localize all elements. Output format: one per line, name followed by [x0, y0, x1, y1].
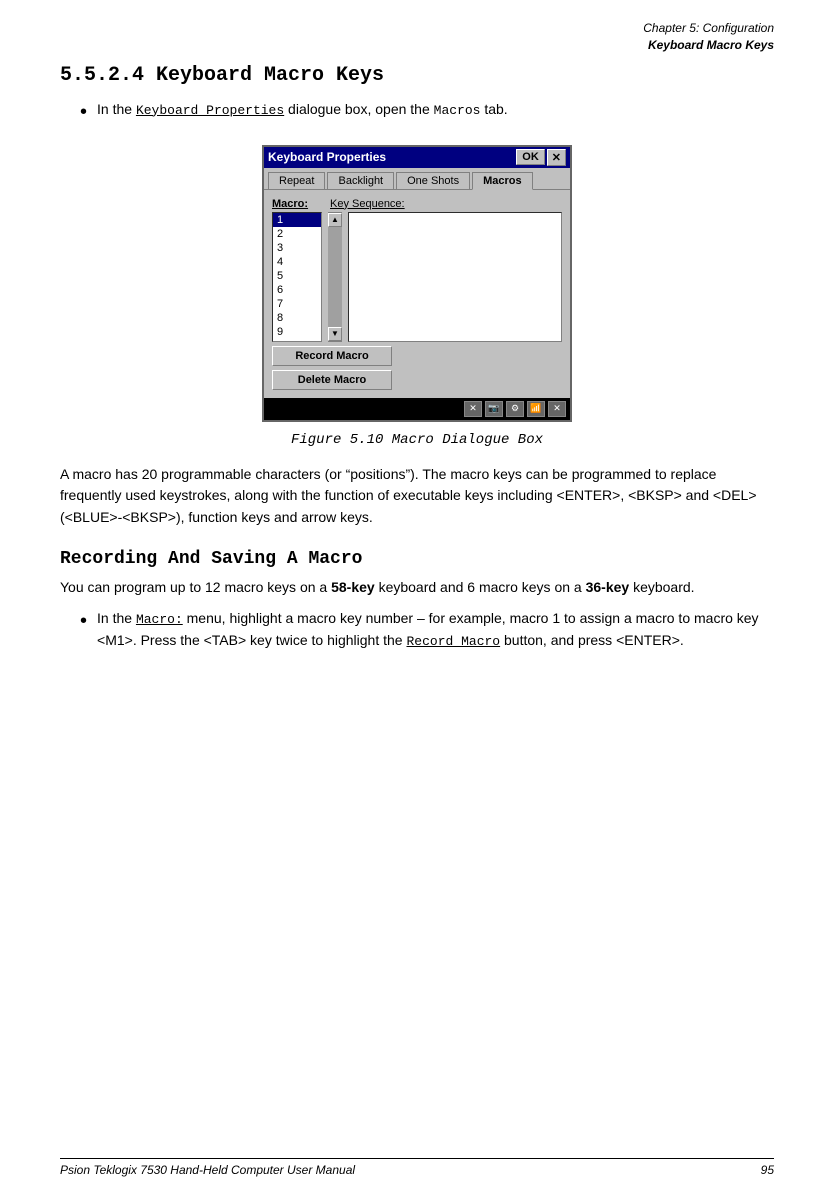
scroll-down-arrow[interactable]: ▼ [328, 327, 342, 341]
bullet-dot: • [80, 99, 87, 125]
body-paragraph: A macro has 20 programmable characters (… [60, 464, 774, 529]
intro-middle: dialogue box, open the [284, 101, 433, 117]
sub-bullet-end: button, and press <ENTER>. [500, 632, 684, 648]
taskbar-icon-4: 📶 [527, 401, 545, 417]
macro-label: Macro: [272, 198, 330, 210]
scroll-up-arrow[interactable]: ▲ [328, 213, 342, 227]
sub-section-heading: Recording And Saving A Macro [60, 549, 774, 569]
figure-caption: Figure 5.10 Macro Dialogue Box [60, 432, 774, 448]
sub-36key: 36-key [586, 579, 630, 595]
taskbar-icon-5: ✕ [548, 401, 566, 417]
labels-row: Macro: Key Sequence: [272, 198, 562, 210]
footer-right: 95 [761, 1163, 774, 1177]
dialog-screenshot-container: Keyboard Properties OK ✕ Repeat Backligh… [60, 145, 774, 422]
dialog-content: Macro: Key Sequence: 1 2 3 4 5 6 7 8 [264, 190, 570, 398]
section-heading: 5.5.2.4 Keyboard Macro Keys [60, 64, 774, 87]
footer-left: Psion Teklogix 7530 Hand-Held Computer U… [60, 1163, 355, 1177]
macro-item-7[interactable]: 7 [273, 297, 321, 311]
macro-list[interactable]: 1 2 3 4 5 6 7 8 9 [272, 212, 322, 342]
tab-repeat[interactable]: Repeat [268, 172, 325, 189]
taskbar-icon-2: 📷 [485, 401, 503, 417]
titlebar-buttons: OK ✕ [516, 149, 566, 166]
sub-bullet-start: In the [97, 610, 136, 626]
key-seq-label: Key Sequence: [330, 198, 405, 210]
sub-58key: 58-key [331, 579, 375, 595]
dialog-tabs: Repeat Backlight One Shots Macros [264, 168, 570, 190]
sub-bullet-text: In the Macro: menu, highlight a macro ke… [97, 608, 774, 652]
macro-item-5[interactable]: 5 [273, 269, 321, 283]
macro-item-4[interactable]: 4 [273, 255, 321, 269]
tab-macros[interactable]: Macros [472, 172, 533, 190]
page-header: Chapter 5: Configuration Keyboard Macro … [60, 20, 774, 54]
page-container: Chapter 5: Configuration Keyboard Macro … [0, 0, 834, 1197]
macro-item-6[interactable]: 6 [273, 283, 321, 297]
macro-item-8[interactable]: 8 [273, 311, 321, 325]
sub-para-mid: keyboard and 6 macro keys on a [375, 579, 586, 595]
section-title: Keyboard Macro Keys [60, 37, 774, 54]
scroll-track [328, 227, 342, 327]
sub-bullet-dot: • [80, 608, 87, 634]
dialog-titlebar: Keyboard Properties OK ✕ [264, 147, 570, 168]
dialog-buttons-area: Record Macro Delete Macro [272, 346, 562, 390]
dialog-taskbar: ✕ 📷 ⚙ 📶 ✕ [264, 398, 570, 420]
sub-paragraph: You can program up to 12 macro keys on a… [60, 577, 774, 599]
tab-one-shots[interactable]: One Shots [396, 172, 470, 189]
dialog-box: Keyboard Properties OK ✕ Repeat Backligh… [262, 145, 572, 422]
intro-bullet: • In the Keyboard Properties dialogue bo… [80, 99, 774, 125]
macro-item-2[interactable]: 2 [273, 227, 321, 241]
delete-macro-button[interactable]: Delete Macro [272, 370, 392, 390]
taskbar-icon-1: ✕ [464, 401, 482, 417]
intro-end: tab. [480, 101, 507, 117]
taskbar-icon-3: ⚙ [506, 401, 524, 417]
page-footer: Psion Teklogix 7530 Hand-Held Computer U… [60, 1158, 774, 1177]
macro-item-9[interactable]: 9 [273, 325, 321, 339]
macro-item-3[interactable]: 3 [273, 241, 321, 255]
sub-para-end: keyboard. [629, 579, 694, 595]
macros-ref: Macros [434, 103, 481, 118]
sub-bullet: • In the Macro: menu, highlight a macro … [80, 608, 774, 652]
macro-scrollbar[interactable]: ▲ ▼ [328, 212, 342, 342]
close-button[interactable]: ✕ [547, 149, 566, 166]
macro-list-container: 1 2 3 4 5 6 7 8 9 ▲ ▼ [272, 212, 562, 342]
macro-item-1[interactable]: 1 [273, 213, 321, 227]
sub-para-start: You can program up to 12 macro keys on a [60, 579, 331, 595]
record-macro-button[interactable]: Record Macro [272, 346, 392, 366]
keyboard-properties-ref: Keyboard Properties [136, 103, 284, 118]
key-sequence-box[interactable] [348, 212, 562, 342]
ok-button[interactable]: OK [516, 149, 545, 165]
intro-prefix: In the [97, 101, 136, 117]
tab-backlight[interactable]: Backlight [327, 172, 394, 189]
macro-menu-ref: Macro: [136, 612, 183, 627]
chapter-title: Chapter 5: Configuration [60, 20, 774, 37]
dialog-title: Keyboard Properties [268, 150, 386, 164]
intro-text: In the Keyboard Properties dialogue box,… [97, 99, 774, 121]
record-macro-ref: Record Macro [406, 634, 500, 649]
